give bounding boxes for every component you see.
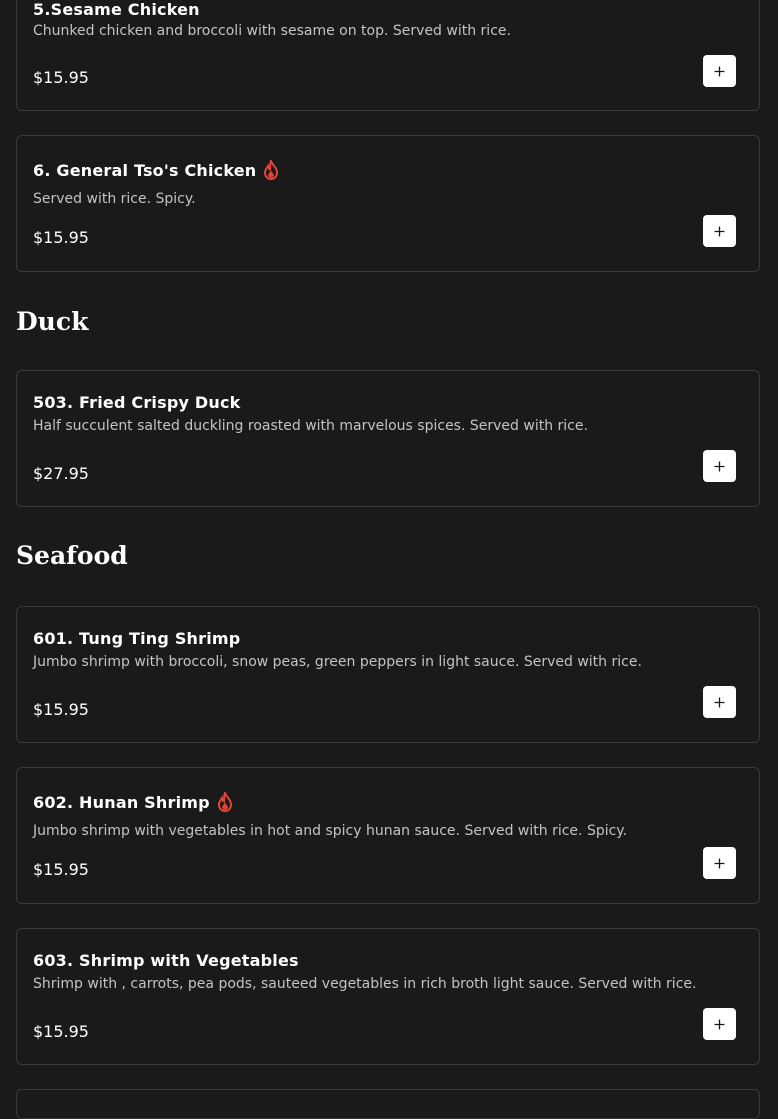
item-title-text: 6. General Tso's Chicken: [33, 160, 257, 180]
menu-item-card[interactable]: 603. Shrimp with Vegetables Shrimp with …: [16, 928, 760, 1065]
plus-icon: [714, 858, 725, 868]
item-title: 602. Hunan Shrimp: [33, 792, 234, 812]
item-title-text: 601. Tung Ting Shrimp: [33, 629, 241, 648]
item-description: Half succulent salted duckling roasted w…: [33, 418, 588, 434]
item-title: 503. Fried Crispy Duck: [33, 393, 241, 412]
add-to-cart-button[interactable]: [703, 847, 736, 879]
section-heading-seafood: Seafood: [16, 541, 128, 570]
item-price: $15.95: [33, 700, 89, 719]
add-to-cart-button[interactable]: [703, 215, 736, 247]
item-price: $15.95: [33, 68, 89, 87]
add-to-cart-button[interactable]: [703, 450, 736, 482]
add-to-cart-button[interactable]: [703, 55, 736, 87]
section-heading-duck: Duck: [16, 307, 89, 336]
item-title-text: 602. Hunan Shrimp: [33, 792, 210, 812]
item-title: 603. Shrimp with Vegetables: [33, 951, 299, 970]
fire-icon: [264, 160, 279, 180]
plus-icon: [714, 66, 725, 76]
item-title: 601. Tung Ting Shrimp: [33, 629, 240, 648]
item-title: 6. General Tso's Chicken: [33, 160, 280, 180]
plus-icon: [714, 226, 725, 236]
item-price: $15.95: [33, 228, 89, 247]
menu-item-card[interactable]: 503. Fried Crispy Duck Half succulent sa…: [16, 370, 760, 507]
menu-item-card[interactable]: 602. Hunan Shrimp Jumbo shrimp with vege…: [16, 767, 760, 904]
menu-item-card[interactable]: 601. Tung Ting Shrimp Jumbo shrimp with …: [16, 606, 760, 743]
item-description: Shrimp with , carrots, pea pods, sauteed…: [33, 976, 697, 992]
item-description: Served with rice. Spicy.: [33, 191, 196, 207]
menu-item-card[interactable]: 5.Sesame Chicken Chunked chicken and bro…: [16, 0, 760, 111]
item-description: Chunked chicken and broccoli with sesame…: [33, 23, 511, 39]
plus-icon: [714, 1019, 725, 1029]
menu-item-card[interactable]: 6. General Tso's Chicken Served with ric…: [16, 135, 760, 272]
item-title-text: 503. Fried Crispy Duck: [33, 393, 241, 412]
plus-icon: [714, 461, 725, 471]
item-title: 5.Sesame Chicken: [33, 0, 200, 19]
item-title-text: 5.Sesame Chicken: [33, 0, 200, 19]
add-to-cart-button[interactable]: [703, 1008, 736, 1040]
fire-icon: [217, 792, 232, 812]
add-to-cart-button[interactable]: [703, 686, 736, 718]
item-price: $15.95: [33, 1022, 89, 1041]
item-title-text: 603. Shrimp with Vegetables: [33, 951, 299, 970]
item-price: $15.95: [33, 860, 89, 879]
plus-icon: [714, 697, 725, 707]
item-description: Jumbo shrimp with broccoli, snow peas, g…: [33, 654, 642, 670]
item-price: $27.95: [33, 464, 89, 483]
item-description: Jumbo shrimp with vegetables in hot and …: [33, 823, 628, 839]
